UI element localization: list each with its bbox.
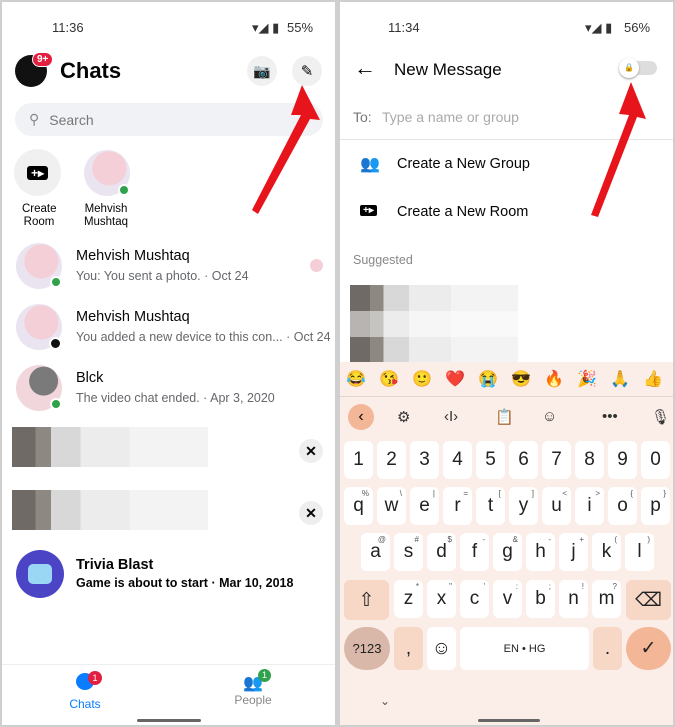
chats-screen: 11:36 ▾◢ ▮ 55% 9+ Chats 📷 ✎ ⚲ Search +▸ … [2,2,335,725]
annotation-arrow [252,85,320,214]
new-message-screen: 11:34 ▾◢ ▮ 56% ← New Message 🔒 To: Type … [340,2,673,725]
arrow-shape [591,82,646,217]
arrow-shape [252,85,320,214]
annotation-arrow [591,82,646,217]
